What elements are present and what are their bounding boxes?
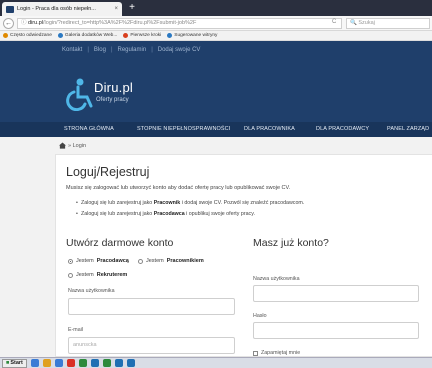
top-link-regulamin[interactable]: Regulamin bbox=[118, 47, 147, 53]
browser-search-input[interactable]: 🔍 Szukaj bbox=[346, 18, 430, 29]
logo-subtitle: Oferty pracy bbox=[96, 97, 129, 103]
separator: | bbox=[151, 47, 153, 53]
login-username-input[interactable] bbox=[253, 285, 419, 302]
bookmark-item[interactable]: Galeria dodatków Web... bbox=[57, 33, 118, 38]
list-item: Zaloguj się lub zarejestruj jako Pracoda… bbox=[76, 211, 304, 217]
register-email-input[interactable]: anunscka bbox=[68, 337, 235, 354]
main-navigation: STRONA GŁÓWNA STOPNIE NIEPEŁNOSPRAWNOŚCI… bbox=[0, 122, 432, 137]
login-password-input[interactable] bbox=[253, 322, 419, 339]
tab-close-icon[interactable]: × bbox=[114, 6, 118, 12]
back-button[interactable]: ← bbox=[3, 18, 14, 29]
top-link-kontakt[interactable]: Kontakt bbox=[62, 47, 82, 53]
taskbar-app-icon[interactable] bbox=[90, 359, 99, 367]
separator: | bbox=[87, 47, 89, 53]
nav-item-admin-panel[interactable]: PANEL ZARZĄD bbox=[387, 126, 429, 132]
start-button[interactable]: ■ Start bbox=[2, 358, 27, 368]
bookmark-label: Sugerowane witryny bbox=[174, 33, 218, 38]
top-link-blog[interactable]: Blog bbox=[94, 47, 106, 53]
separator: | bbox=[110, 47, 113, 53]
site-top-bar: Kontakt | Blog | Regulamin | Dodaj swoje… bbox=[0, 41, 432, 70]
browser-tab-bar: Login - Praca dla osób niepełn... × + bbox=[0, 0, 432, 16]
search-placeholder: Szukaj bbox=[358, 20, 375, 26]
intro-text: Musisz się zalogować lub utworzyć konto … bbox=[66, 185, 291, 191]
reload-icon[interactable]: C bbox=[332, 19, 336, 25]
browser-tab[interactable]: Login - Praca dla osób niepełn... × bbox=[2, 2, 122, 16]
tab-title: Login - Praca dla osób niepełn... bbox=[17, 6, 96, 12]
taskbar-app-icon[interactable] bbox=[102, 359, 111, 367]
radio-button[interactable] bbox=[138, 258, 143, 264]
register-title: Utwórz darmowe konto bbox=[66, 237, 174, 249]
tab-favicon-icon bbox=[6, 5, 14, 13]
radio-button[interactable] bbox=[68, 258, 73, 264]
radio-employer[interactable]: Jestem Pracodawcą bbox=[68, 258, 129, 264]
taskbar-app-icon[interactable] bbox=[114, 359, 123, 367]
login-title: Masz już konto? bbox=[253, 237, 329, 249]
taskbar-app-icon[interactable] bbox=[126, 359, 135, 367]
info-list: Zaloguj się lub zarejestruj jako Pracown… bbox=[76, 200, 304, 222]
new-tab-button[interactable]: + bbox=[126, 2, 138, 14]
address-bar[interactable]: ⓘ diru.pl/login/?redirect_to=http%3A%2F%… bbox=[17, 18, 342, 29]
radio-employee[interactable]: Jestem Pracownikiem bbox=[138, 258, 204, 264]
logo-name[interactable]: Diru.pl bbox=[94, 80, 133, 95]
taskbar-app-icon[interactable] bbox=[54, 359, 63, 367]
login-username-label: Nazwa użytkownika bbox=[253, 276, 300, 282]
bookmark-label: Często odwiedzane bbox=[10, 33, 52, 38]
top-link-dodaj-cv[interactable]: Dodaj swoje CV bbox=[158, 47, 201, 53]
breadcrumb: » Login bbox=[59, 142, 86, 149]
login-panel: Loguj/Rejestruj Musisz się zalogować lub… bbox=[55, 154, 432, 357]
bookmark-item[interactable]: Sugerowane witryny bbox=[167, 33, 217, 38]
bookmark-icon bbox=[167, 33, 173, 38]
logo-wheelchair-icon[interactable] bbox=[64, 77, 94, 111]
browser-toolbar: ← ⓘ diru.pl/login/?redirect_to=http%3A%2… bbox=[0, 16, 432, 31]
windows-taskbar: ■ Start bbox=[0, 357, 432, 368]
register-username-label: Nazwa użytkownika bbox=[68, 288, 115, 294]
nav-item-for-employee[interactable]: DLA PRACOWNIKA bbox=[244, 126, 295, 132]
register-email-label: E-mail bbox=[68, 327, 84, 333]
site-header: Diru.pl Oferty pracy bbox=[0, 70, 432, 122]
radio-recruiter[interactable]: Jestem Rekruterem bbox=[68, 272, 127, 278]
taskbar-app-icon[interactable] bbox=[66, 359, 75, 367]
url-path: /login/?redirect_to=http%3A%2F%2Fdiru.pl… bbox=[43, 20, 197, 26]
list-item: Zaloguj się lub zarejestruj jako Pracown… bbox=[76, 200, 304, 206]
bookmark-item[interactable]: Często odwiedzane bbox=[3, 33, 52, 38]
breadcrumb-current: » Login bbox=[68, 142, 87, 149]
windows-logo-icon: ■ bbox=[6, 360, 10, 366]
bookmark-icon bbox=[3, 33, 8, 38]
register-username-input[interactable] bbox=[68, 298, 235, 315]
home-icon[interactable] bbox=[59, 142, 66, 149]
nav-item-disability-levels[interactable]: STOPNIE NIEPEŁNOSPRAWNOŚCI bbox=[137, 126, 230, 132]
radio-button[interactable] bbox=[68, 272, 73, 278]
remember-me-checkbox[interactable]: Zapamiętaj mnie bbox=[253, 350, 300, 356]
nav-item-for-employer[interactable]: DLA PRACODAWCY bbox=[316, 126, 369, 132]
search-icon: 🔍 bbox=[350, 20, 357, 26]
bookmark-label: Pierwsze kroki bbox=[130, 33, 162, 38]
info-icon: ⓘ bbox=[21, 20, 29, 26]
bookmark-icon bbox=[123, 33, 129, 38]
bookmark-icon bbox=[57, 33, 63, 38]
nav-item-home[interactable]: STRONA GŁÓWNA bbox=[64, 126, 114, 132]
taskbar-app-icon[interactable] bbox=[42, 359, 51, 367]
bookmark-label: Galeria dodatków Web... bbox=[64, 33, 118, 38]
top-links: Kontakt | Blog | Regulamin | Dodaj swoje… bbox=[62, 47, 200, 53]
email-placeholder: anunscka bbox=[73, 342, 97, 348]
taskbar-app-icon[interactable] bbox=[78, 359, 87, 367]
checkbox[interactable] bbox=[253, 350, 258, 356]
url-domain: diru.pl bbox=[28, 20, 44, 26]
bookmark-item[interactable]: Pierwsze kroki bbox=[123, 33, 161, 38]
bookmarks-bar: Często odwiedzane Galeria dodatków Web...… bbox=[0, 31, 432, 41]
taskbar-app-icon[interactable] bbox=[30, 359, 39, 367]
login-password-label: Hasło bbox=[253, 313, 267, 319]
page-title: Loguj/Rejestruj bbox=[66, 165, 150, 179]
